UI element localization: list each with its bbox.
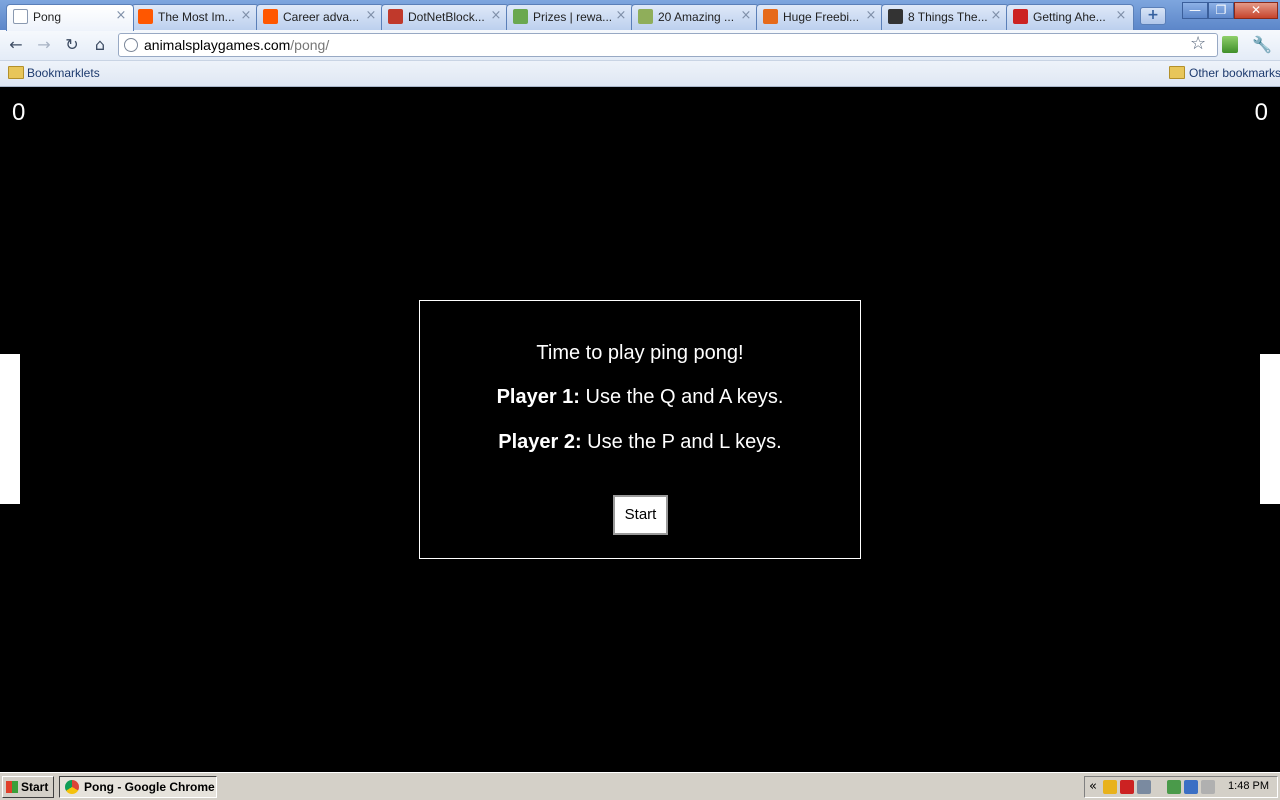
- player1-text: Use the Q and A keys.: [579, 386, 784, 408]
- tab-title: Getting Ahe...: [1033, 10, 1106, 24]
- wrench-icon[interactable]: 🔧: [1252, 35, 1272, 55]
- url-path: /pong/: [290, 37, 330, 53]
- bookmark-star-icon[interactable]: ☆: [1190, 33, 1206, 55]
- tab-3[interactable]: Career adva... ×: [256, 4, 384, 30]
- player2-text: Use the P and L keys.: [581, 431, 782, 453]
- reddit-alien-icon: [138, 9, 153, 24]
- intro-text: Time to play ping pong!: [536, 342, 744, 364]
- url-host: animalsplaygames.com: [144, 37, 291, 53]
- bookmark-other-bookmarks[interactable]: Other bookmarks: [1189, 66, 1280, 80]
- pong-game-area[interactable]: 0 0 Time to play ping pong! Player 1: Us…: [0, 87, 1280, 772]
- start-menu-button[interactable]: Start: [2, 776, 54, 798]
- url-text: animalsplaygames.com/pong/: [144, 37, 329, 53]
- start-button[interactable]: Start: [613, 495, 668, 535]
- player2-label: Player 2:: [498, 431, 582, 453]
- start-label: Start: [21, 780, 49, 794]
- tab-close-icon[interactable]: ×: [490, 9, 502, 23]
- reddit-alien-icon: [263, 9, 278, 24]
- folder-icon: [1169, 66, 1185, 79]
- system-tray: « 1:48 PM: [1084, 776, 1278, 798]
- player1-instructions: Player 1: Use the Q and A keys.: [420, 386, 860, 409]
- tab-title: DotNetBlock...: [408, 10, 485, 24]
- tray-app-icon[interactable]: [1103, 780, 1117, 794]
- reload-icon[interactable]: ↻: [61, 34, 83, 56]
- taskbar: Start Pong - Google Chrome « 1:48 PM: [0, 772, 1280, 800]
- tab-close-icon[interactable]: ×: [990, 9, 1002, 23]
- flame-icon: [763, 9, 778, 24]
- d-letter-icon: [638, 9, 653, 24]
- tab-title: Huge Freebi...: [783, 10, 860, 24]
- instructions-dialog: Time to play ping pong! Player 1: Use th…: [419, 300, 861, 559]
- folder-icon: [8, 66, 24, 79]
- player1-label: Player 1:: [496, 386, 580, 408]
- browser-toolbar: ← → ↻ ⌂ animalsplaygames.com/pong/ ☆ 🔧: [0, 30, 1280, 61]
- taskbar-window-chrome[interactable]: Pong - Google Chrome: [59, 776, 217, 798]
- player2-instructions: Player 2: Use the P and L keys.: [420, 431, 860, 454]
- page-icon: [13, 9, 28, 24]
- tab-8[interactable]: 8 Things The... ×: [881, 4, 1009, 30]
- restore-button[interactable]: ❐: [1208, 2, 1234, 19]
- address-bar[interactable]: animalsplaygames.com/pong/: [118, 33, 1218, 57]
- tray-connection-icon[interactable]: [1184, 780, 1198, 794]
- tray-volume-muted-icon[interactable]: [1201, 780, 1215, 794]
- back-arrow-icon[interactable]: ←: [5, 34, 27, 56]
- right-score: 0: [1254, 99, 1268, 126]
- tray-security-icon[interactable]: [1167, 780, 1181, 794]
- left-score: 0: [12, 99, 26, 126]
- forward-arrow-icon[interactable]: →: [33, 34, 55, 56]
- tray-mail-icon[interactable]: [1120, 780, 1134, 794]
- tray-network-icon[interactable]: [1137, 780, 1151, 794]
- tab-title: 20 Amazing ...: [658, 10, 735, 24]
- tab-5[interactable]: Prizes | rewa... ×: [506, 4, 634, 30]
- tab-title: 8 Things The...: [908, 10, 988, 24]
- tab-title: The Most Im...: [158, 10, 235, 24]
- tab-title: Pong: [33, 10, 62, 24]
- tray-expand-chevron[interactable]: «: [1089, 779, 1097, 794]
- key-icon: [388, 9, 403, 24]
- globe-icon: [124, 38, 138, 52]
- tab-close-icon[interactable]: ×: [740, 9, 752, 23]
- tab-close-icon[interactable]: ×: [865, 9, 877, 23]
- windows-logo-icon: [6, 781, 18, 793]
- tab-close-icon[interactable]: ×: [365, 9, 377, 23]
- taskbar-clock: 1:48 PM: [1228, 780, 1269, 792]
- tab-6[interactable]: 20 Amazing ... ×: [631, 4, 759, 30]
- home-icon[interactable]: ⌂: [89, 34, 111, 56]
- chrome-icon: [65, 780, 79, 794]
- minimize-button[interactable]: —: [1182, 2, 1208, 19]
- bookmark-bookmarklets[interactable]: Bookmarklets: [27, 66, 100, 80]
- right-paddle: [1260, 354, 1280, 504]
- tab-7[interactable]: Huge Freebi... ×: [756, 4, 884, 30]
- left-paddle: [0, 354, 20, 504]
- s-logo-icon: [1013, 9, 1028, 24]
- tab-close-icon[interactable]: ×: [115, 9, 127, 23]
- tab-2[interactable]: The Most Im... ×: [131, 4, 259, 30]
- tab-strip: Pong × The Most Im... × Career adva... × DotNe…: [0, 0, 1280, 31]
- tab-title: Career adva...: [283, 10, 360, 24]
- tab-close-icon[interactable]: ×: [615, 9, 627, 23]
- tab-close-icon[interactable]: ×: [240, 9, 252, 23]
- new-tab-button[interactable]: +: [1140, 7, 1166, 25]
- tab-1[interactable]: Pong ×: [6, 4, 134, 31]
- tab-4[interactable]: DotNetBlock... ×: [381, 4, 509, 30]
- prize-icon: [513, 9, 528, 24]
- bookmarks-bar: Bookmarklets Other bookmarks: [0, 61, 1280, 87]
- tab-title: Prizes | rewa...: [533, 10, 613, 24]
- sr-icon: [888, 9, 903, 24]
- tab-close-icon[interactable]: ×: [1115, 9, 1127, 23]
- window-close-button[interactable]: ✕: [1234, 2, 1278, 19]
- tab-9[interactable]: Getting Ahe... ×: [1006, 4, 1134, 30]
- page-action-icon[interactable]: [1222, 36, 1238, 53]
- taskbar-window-label: Pong - Google Chrome: [84, 780, 215, 794]
